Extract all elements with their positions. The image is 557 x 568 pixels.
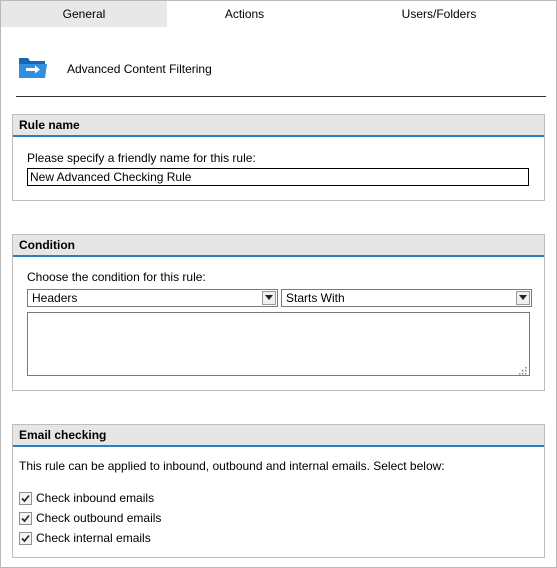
email-checking-description: This rule can be applied to inbound, out…: [19, 459, 445, 473]
chevron-down-icon[interactable]: [516, 291, 530, 305]
page-header: Advanced Content Filtering: [16, 54, 546, 97]
folder-arrow-icon: [18, 54, 48, 80]
condition-field-select[interactable]: Headers: [27, 289, 278, 307]
check-outbound-label[interactable]: Check outbound emails: [36, 511, 161, 525]
check-inbound-option[interactable]: Check inbound emails: [19, 491, 154, 505]
check-outbound-checkbox[interactable]: [19, 511, 32, 525]
condition-section: Condition Choose the condition for this …: [12, 234, 545, 391]
section-heading: Rule name: [13, 115, 544, 137]
page-title: Advanced Content Filtering: [67, 62, 212, 76]
check-inbound-checkbox[interactable]: [19, 491, 32, 505]
condition-operator-value: Starts With: [286, 291, 345, 305]
email-checking-section: Email checking This rule can be applied …: [12, 424, 545, 558]
rule-name-field[interactable]: New Advanced Checking Rule: [27, 168, 529, 186]
check-internal-option[interactable]: Check internal emails: [19, 531, 151, 545]
rule-name-prompt: Please specify a friendly name for this …: [27, 151, 256, 165]
condition-value-textarea[interactable]: [27, 312, 530, 376]
section-heading: Email checking: [13, 425, 544, 447]
check-outbound-option[interactable]: Check outbound emails: [19, 511, 161, 525]
resize-grip-icon[interactable]: [518, 364, 527, 375]
tab-users-folders[interactable]: Users/Folders: [322, 1, 556, 27]
section-heading: Condition: [13, 235, 544, 257]
tab-bar: General Actions Users/Folders: [1, 1, 556, 27]
check-internal-label[interactable]: Check internal emails: [36, 531, 151, 545]
tab-actions[interactable]: Actions: [167, 1, 322, 27]
content-filter-panel: General Actions Users/Folders Advanced C…: [0, 0, 557, 568]
condition-operator-select[interactable]: Starts With: [281, 289, 532, 307]
check-internal-checkbox[interactable]: [19, 531, 32, 545]
rule-name-section: Rule name Please specify a friendly name…: [12, 114, 545, 201]
tab-general[interactable]: General: [1, 1, 167, 27]
condition-field-value: Headers: [32, 291, 78, 305]
chevron-down-icon[interactable]: [262, 291, 276, 305]
check-inbound-label[interactable]: Check inbound emails: [36, 491, 154, 505]
condition-prompt: Choose the condition for this rule:: [27, 270, 206, 284]
